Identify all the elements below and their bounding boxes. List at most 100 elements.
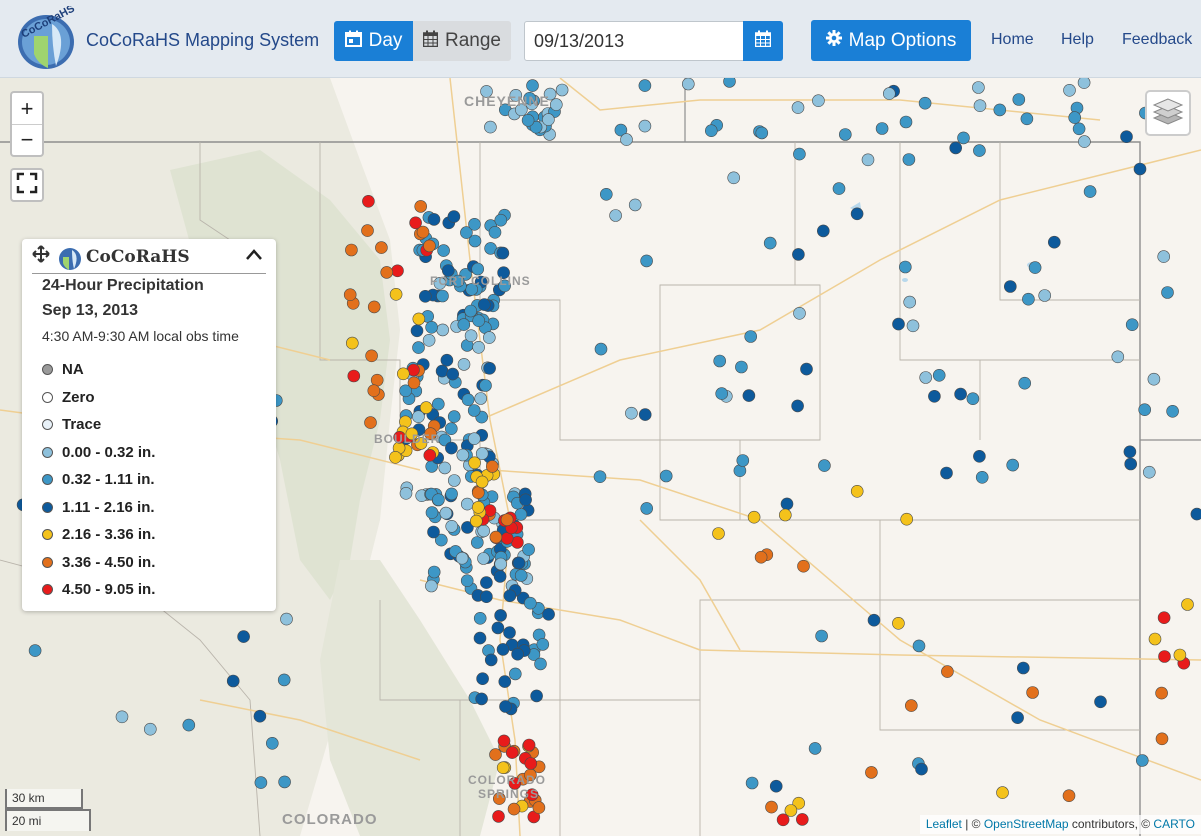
station-marker[interactable] — [532, 801, 546, 814]
station-marker[interactable] — [638, 79, 652, 92]
station-marker[interactable] — [345, 336, 359, 350]
station-marker[interactable] — [476, 672, 489, 686]
date-picker-button[interactable] — [743, 21, 783, 61]
station-marker[interactable] — [425, 579, 438, 593]
station-marker[interactable] — [797, 559, 810, 573]
station-marker[interactable] — [723, 78, 736, 88]
station-marker[interactable] — [638, 119, 652, 133]
station-marker[interactable] — [769, 779, 783, 793]
station-marker[interactable] — [1155, 732, 1169, 746]
station-marker[interactable] — [503, 589, 517, 603]
station-marker[interactable] — [1133, 162, 1147, 176]
station-marker[interactable] — [445, 519, 459, 533]
station-marker[interactable] — [457, 358, 471, 371]
station-marker[interactable] — [445, 487, 458, 501]
station-marker[interactable] — [735, 360, 748, 374]
station-marker[interactable] — [941, 665, 954, 678]
station-marker[interactable] — [425, 506, 439, 519]
station-marker[interactable] — [471, 500, 485, 514]
station-marker[interactable] — [468, 218, 481, 231]
station-marker[interactable] — [389, 287, 403, 301]
station-marker[interactable] — [932, 368, 946, 382]
zoom-in-button[interactable]: + — [12, 93, 42, 124]
station-marker[interactable] — [503, 626, 516, 639]
station-marker[interactable] — [451, 274, 465, 288]
station-marker[interactable] — [898, 260, 912, 274]
station-marker[interactable] — [479, 379, 492, 392]
station-marker[interactable] — [496, 246, 510, 260]
station-marker[interactable] — [254, 776, 268, 789]
station-marker[interactable] — [1016, 661, 1030, 675]
station-marker[interactable] — [414, 200, 428, 213]
station-marker[interactable] — [512, 556, 526, 570]
station-marker[interactable] — [237, 630, 250, 643]
station-marker[interactable] — [861, 153, 875, 167]
station-marker[interactable] — [508, 777, 522, 790]
station-marker[interactable] — [1120, 130, 1133, 143]
station-marker[interactable] — [1125, 318, 1139, 332]
station-marker[interactable] — [499, 700, 512, 713]
station-marker[interactable] — [736, 454, 750, 467]
station-marker[interactable] — [455, 551, 469, 565]
station-marker[interactable] — [427, 213, 441, 226]
station-marker[interactable] — [253, 709, 267, 723]
map-options-button[interactable]: Map Options — [811, 20, 971, 61]
station-marker[interactable] — [940, 466, 953, 480]
station-marker[interactable] — [928, 389, 941, 403]
station-marker[interactable] — [500, 513, 514, 527]
station-marker[interactable] — [485, 460, 499, 473]
station-marker[interactable] — [511, 647, 524, 661]
station-marker[interactable] — [492, 792, 506, 805]
station-marker[interactable] — [523, 92, 536, 105]
station-marker[interactable] — [493, 570, 507, 583]
station-marker[interactable] — [419, 401, 433, 414]
station-marker[interactable] — [464, 329, 478, 343]
station-marker[interactable] — [423, 448, 437, 462]
station-marker[interactable] — [393, 430, 406, 444]
station-marker[interactable] — [904, 699, 918, 712]
station-marker[interactable] — [509, 89, 523, 102]
station-marker[interactable] — [906, 319, 920, 333]
station-marker[interactable] — [412, 312, 426, 326]
station-marker[interactable] — [265, 736, 279, 750]
station-marker[interactable] — [867, 613, 881, 627]
station-marker[interactable] — [496, 643, 510, 656]
station-marker[interactable] — [1083, 185, 1097, 198]
station-marker[interactable] — [793, 147, 806, 161]
station-marker[interactable] — [424, 427, 437, 441]
station-marker[interactable] — [638, 408, 652, 421]
station-marker[interactable] — [412, 341, 425, 354]
station-marker[interactable] — [892, 317, 905, 331]
station-marker[interactable] — [474, 392, 488, 405]
station-marker[interactable] — [447, 474, 461, 487]
station-marker[interactable] — [1003, 280, 1017, 293]
station-marker[interactable] — [522, 543, 535, 556]
station-marker[interactable] — [389, 450, 402, 464]
station-marker[interactable] — [593, 470, 607, 484]
move-icon[interactable] — [32, 245, 50, 268]
station-marker[interactable] — [524, 768, 537, 782]
station-marker[interactable] — [472, 340, 485, 354]
station-marker[interactable] — [433, 276, 447, 290]
zoom-out-button[interactable]: − — [12, 124, 42, 155]
station-marker[interactable] — [712, 527, 725, 540]
station-marker[interactable] — [483, 361, 496, 375]
station-marker[interactable] — [471, 486, 485, 500]
station-marker[interactable] — [816, 224, 830, 238]
station-marker[interactable] — [514, 103, 528, 117]
station-marker[interactable] — [682, 78, 695, 91]
station-marker[interactable] — [1123, 445, 1137, 459]
station-marker[interactable] — [472, 314, 486, 328]
station-marker[interactable] — [793, 306, 806, 320]
station-marker[interactable] — [484, 120, 497, 134]
station-marker[interactable] — [791, 399, 804, 413]
station-marker[interactable] — [778, 508, 792, 522]
station-marker[interactable] — [812, 94, 825, 107]
station-marker[interactable] — [957, 131, 970, 145]
station-marker[interactable] — [763, 236, 777, 250]
date-input[interactable] — [524, 21, 744, 61]
station-marker[interactable] — [973, 99, 987, 112]
station-marker[interactable] — [361, 224, 374, 237]
station-marker[interactable] — [427, 565, 441, 579]
station-marker[interactable] — [882, 87, 896, 100]
